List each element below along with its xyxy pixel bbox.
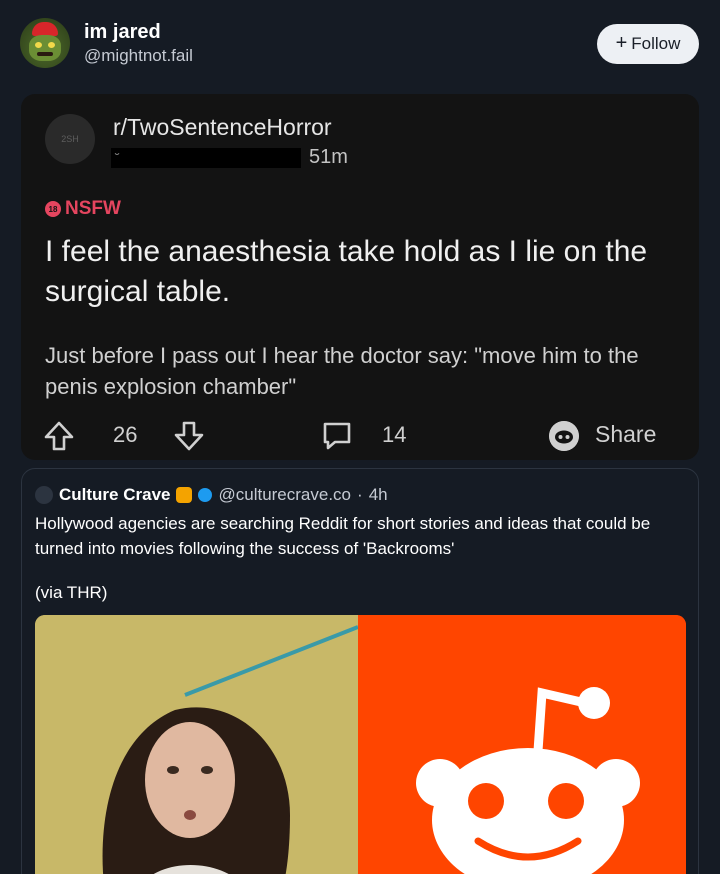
verified-icon [198, 488, 213, 502]
comment-count: 14 [382, 422, 407, 447]
quoted-author-name: Culture Crave [59, 485, 171, 504]
subreddit-avatar: 2SH [45, 114, 95, 164]
share-icon [549, 421, 579, 451]
post-time: 51m [309, 146, 348, 168]
display-name[interactable]: im jared [84, 21, 161, 44]
quoted-post-source: (via THR) [35, 583, 108, 602]
meta-separator: · [357, 485, 363, 504]
nsfw-label: NSFW [65, 198, 121, 219]
share-label: Share [595, 421, 657, 447]
quoted-media[interactable] [35, 615, 686, 874]
user-handle[interactable]: @mightnot.fail [84, 46, 193, 66]
comment-icon [323, 422, 351, 450]
actress-photo[interactable] [35, 615, 358, 874]
upvote-icon [44, 421, 74, 451]
subreddit-avatar-text: 2SH [61, 134, 79, 144]
post-header: im jared @mightnot.fail + Follow [0, 0, 720, 90]
quoted-post-time: 4h [368, 485, 388, 504]
follow-button[interactable]: + Follow [597, 24, 699, 64]
quoted-post[interactable]: Culture Crave @culturecrave.co · 4h Holl… [21, 468, 699, 874]
post-actions: 26 14 Share [21, 412, 699, 458]
quoted-post-header: Culture Crave @culturecrave.co · 4h [35, 485, 388, 505]
subreddit-name: r/TwoSentenceHorror [113, 114, 332, 140]
nsfw-badge: 18 NSFW [45, 198, 121, 220]
nsfw-icon: 18 [45, 201, 61, 217]
avatar[interactable] [20, 18, 70, 68]
quoted-post-text: Hollywood agencies are searching Reddit … [35, 514, 651, 558]
vote-count: 26 [113, 422, 138, 447]
quoted-author-handle: @culturecrave.co [218, 485, 352, 504]
follow-label: Follow [631, 34, 681, 53]
reddit-screenshot-card[interactable]: 2SH r/TwoSentenceHorror ˘ 51m 18 NSFW I … [21, 94, 699, 460]
quoted-avatar [35, 486, 53, 504]
post-body: Just before I pass out I hear the doctor… [45, 343, 639, 399]
reddit-logo [358, 615, 686, 874]
redacted-username [111, 148, 301, 168]
downvote-icon [174, 421, 204, 451]
redacted-mark: ˘ [115, 150, 120, 166]
post-title: I feel the anaesthesia take hold as I li… [45, 235, 648, 308]
popcorn-icon [176, 487, 193, 503]
plus-icon: + [615, 32, 628, 54]
